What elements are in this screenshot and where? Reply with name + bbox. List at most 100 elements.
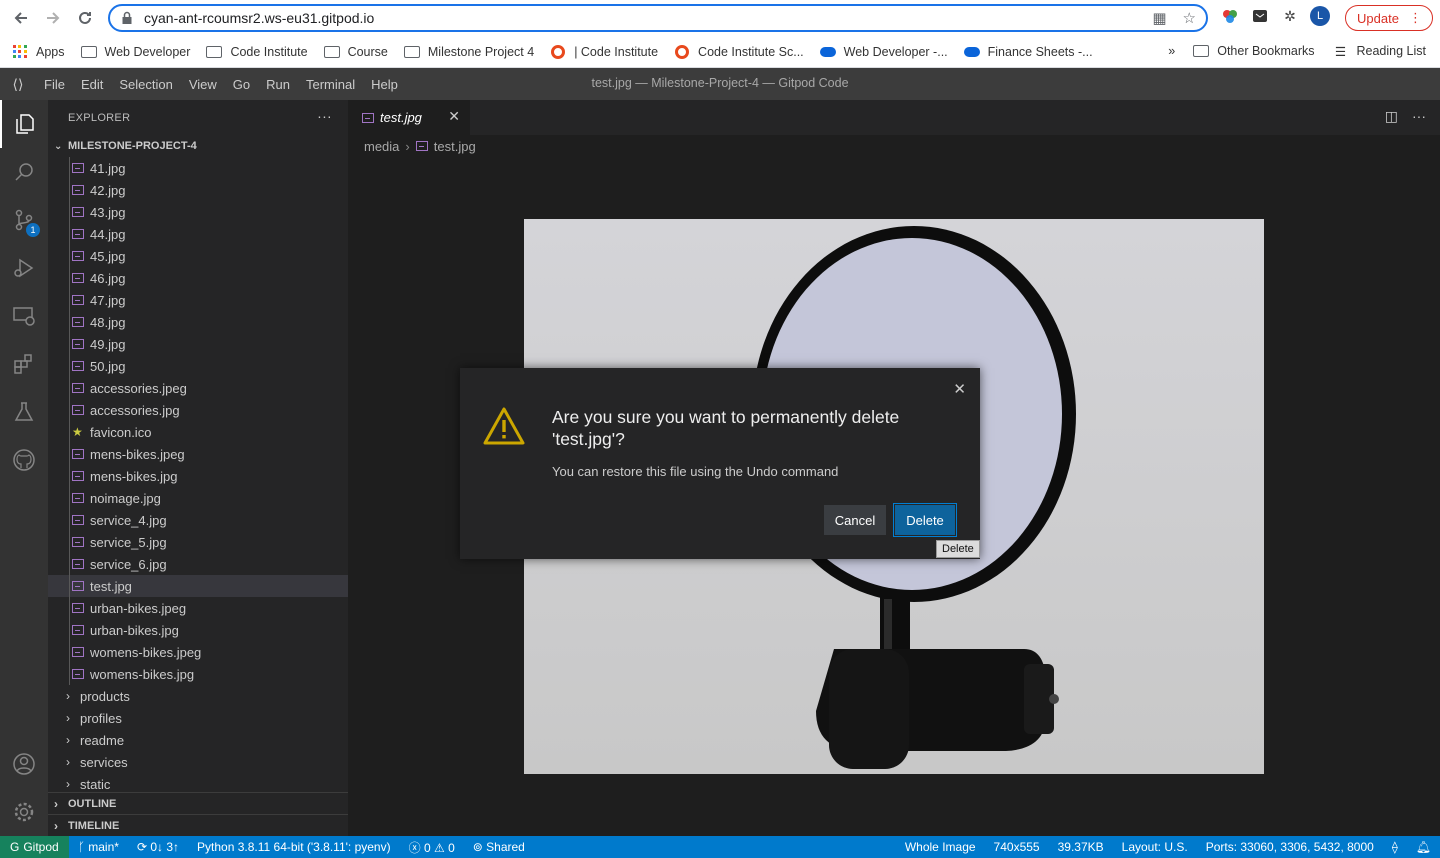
bookmark-finance-sheets[interactable]: Finance Sheets -... <box>963 45 1093 59</box>
file-item[interactable]: service_6.jpg <box>48 553 348 575</box>
file-item[interactable]: womens-bikes.jpg <box>48 663 348 685</box>
file-item[interactable]: noimage.jpg <box>48 487 348 509</box>
bookmarks-overflow-button[interactable]: » <box>1168 44 1175 58</box>
menu-view[interactable]: View <box>181 77 225 92</box>
cancel-button[interactable]: Cancel <box>824 505 886 535</box>
bell-icon[interactable]: 🔔︎ <box>1407 840 1440 854</box>
run-debug-activity[interactable] <box>0 244 48 292</box>
file-item[interactable]: 50.jpg <box>48 355 348 377</box>
bookmark-course[interactable]: Course <box>323 45 388 59</box>
gitpod-status[interactable]: G Gitpod <box>0 836 69 858</box>
file-item[interactable]: ★ favicon.ico <box>48 421 348 443</box>
chevron-right-icon: › <box>66 733 70 747</box>
outline-section[interactable]: › OUTLINE <box>48 792 348 814</box>
update-button[interactable]: Update ⋮ <box>1345 5 1433 31</box>
testing-activity[interactable] <box>0 388 48 436</box>
ports-status[interactable]: Ports: 33060, 3306, 5432, 8000 <box>1197 840 1383 854</box>
file-item[interactable]: 47.jpg <box>48 289 348 311</box>
file-item[interactable]: accessories.jpg <box>48 399 348 421</box>
reading-list[interactable]: ☰ Reading List <box>1333 44 1426 59</box>
bookmark-code-institute-link[interactable]: | Code Institute <box>550 44 658 59</box>
file-item[interactable]: mens-bikes.jpg <box>48 465 348 487</box>
shared-status[interactable]: ⊚ Shared <box>464 840 534 854</box>
explorer-activity[interactable] <box>0 100 48 148</box>
forward-button[interactable] <box>38 3 68 33</box>
branch-status[interactable]: ᚴ main* <box>69 840 128 854</box>
menu-file[interactable]: File <box>36 77 73 92</box>
file-item[interactable]: 43.jpg <box>48 201 348 223</box>
source-control-activity[interactable]: 1 <box>0 196 48 244</box>
timeline-section[interactable]: › TIMELINE <box>48 814 348 836</box>
file-item[interactable]: 48.jpg <box>48 311 348 333</box>
color-wheel-extension-icon[interactable] <box>1220 6 1240 26</box>
menu-help[interactable]: Help <box>363 77 406 92</box>
menu-edit[interactable]: Edit <box>73 77 111 92</box>
accounts-activity[interactable] <box>0 740 48 788</box>
back-button[interactable] <box>6 3 36 33</box>
zoom-status[interactable]: Whole Image <box>896 840 985 854</box>
reload-button[interactable] <box>70 3 100 33</box>
file-item[interactable]: 42.jpg <box>48 179 348 201</box>
tab-test-jpg[interactable]: test.jpg ✕ <box>348 100 470 135</box>
python-interpreter[interactable]: Python 3.8.11 64-bit ('3.8.11': pyenv) <box>188 840 400 854</box>
problems-status[interactable]: ⓧ 0 ⚠ 0 <box>400 839 464 856</box>
file-item[interactable]: 41.jpg <box>48 157 348 179</box>
keyboard-layout[interactable]: Layout: U.S. <box>1113 840 1197 854</box>
file-item[interactable]: urban-bikes.jpg <box>48 619 348 641</box>
qr-code-icon[interactable]: ▦ <box>1152 9 1166 27</box>
file-item[interactable]: urban-bikes.jpeg <box>48 597 348 619</box>
chevron-right-icon: › <box>66 689 70 703</box>
sync-status[interactable]: ⟳ 0↓ 3↑ <box>128 840 188 854</box>
bookmark-web-developer-cloud[interactable]: Web Developer -... <box>819 45 948 59</box>
profile-avatar[interactable]: L <box>1310 6 1330 26</box>
bookmark-code-institute-sc[interactable]: Code Institute Sc... <box>674 44 804 59</box>
bookmark-code-institute[interactable]: Code Institute <box>206 45 308 59</box>
file-item[interactable]: accessories.jpeg <box>48 377 348 399</box>
feedback-icon[interactable]: ⟠ <box>1383 840 1407 854</box>
file-item[interactable]: 44.jpg <box>48 223 348 245</box>
remote-explorer-activity[interactable] <box>0 292 48 340</box>
split-editor-icon[interactable]: ◫ <box>1385 108 1398 125</box>
close-icon[interactable]: ✕ <box>953 380 966 398</box>
breadcrumb-file[interactable]: test.jpg <box>434 139 476 154</box>
bookmark-star-icon[interactable]: ☆ <box>1183 9 1196 27</box>
folder-item[interactable]: › products <box>48 685 348 707</box>
search-activity[interactable] <box>0 148 48 196</box>
menu-run[interactable]: Run <box>258 77 298 92</box>
extensions-activity[interactable] <box>0 340 48 388</box>
bookmark-web-developer[interactable]: Web Developer <box>80 45 190 59</box>
account-icon <box>13 753 35 775</box>
file-item[interactable]: mens-bikes.jpeg <box>48 443 348 465</box>
folder-item[interactable]: › readme <box>48 729 348 751</box>
other-bookmarks[interactable]: Other Bookmarks <box>1193 44 1315 58</box>
extension-icon[interactable] <box>1250 6 1270 26</box>
explorer-more-button[interactable]: ··· <box>317 108 332 124</box>
more-actions-icon[interactable]: ··· <box>1412 108 1426 125</box>
address-bar[interactable]: cyan-ant-rcoumsr2.ws-eu31.gitpod.io ▦ ☆ <box>108 4 1208 32</box>
image-file-icon <box>72 251 84 261</box>
menu-terminal[interactable]: Terminal <box>298 77 363 92</box>
file-item[interactable]: 45.jpg <box>48 245 348 267</box>
file-item[interactable]: womens-bikes.jpeg <box>48 641 348 663</box>
bookmark-milestone-project-4[interactable]: Milestone Project 4 <box>403 45 534 59</box>
file-item[interactable]: 49.jpg <box>48 333 348 355</box>
menu-selection[interactable]: Selection <box>111 77 180 92</box>
file-item[interactable]: service_5.jpg <box>48 531 348 553</box>
bookmark-apps[interactable]: Apps <box>12 44 65 59</box>
file-item[interactable]: 46.jpg <box>48 267 348 289</box>
gitpod-logo-icon[interactable]: ⟨⟩ <box>0 76 36 93</box>
menu-go[interactable]: Go <box>225 77 258 92</box>
puzzle-extensions-icon[interactable]: ✲ <box>1280 6 1300 26</box>
image-file-icon <box>72 229 84 239</box>
manage-activity[interactable] <box>0 788 48 836</box>
folder-item[interactable]: › services <box>48 751 348 773</box>
close-icon[interactable]: ✕ <box>448 108 460 125</box>
delete-button[interactable]: Delete <box>893 503 957 537</box>
breadcrumb-folder[interactable]: media <box>364 139 399 154</box>
folder-item[interactable]: › profiles <box>48 707 348 729</box>
project-section[interactable]: ⌄ MILESTONE-PROJECT-4 <box>48 135 348 157</box>
github-activity[interactable] <box>0 436 48 484</box>
file-item-selected[interactable]: test.jpg <box>48 575 348 597</box>
file-item[interactable]: service_4.jpg <box>48 509 348 531</box>
image-file-icon <box>72 625 84 635</box>
